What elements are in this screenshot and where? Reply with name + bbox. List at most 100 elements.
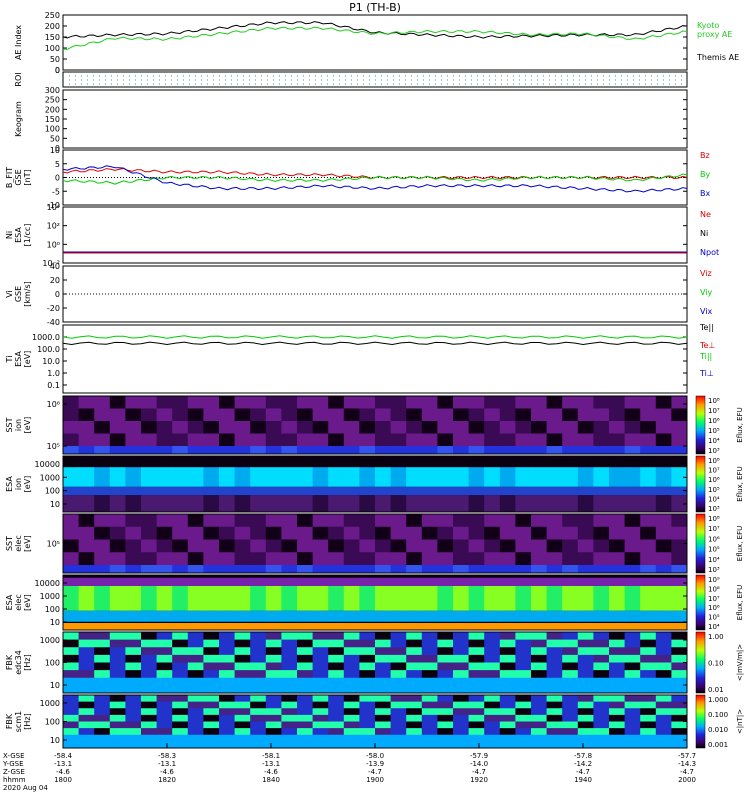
fbk_e-spectrogram-cell — [562, 677, 579, 686]
sst_e-spectrogram-cell — [141, 526, 158, 540]
fbk_e-spectrogram-cell — [234, 647, 251, 656]
sst_i-tick-label: 10⁵ — [47, 442, 60, 451]
sst_i-spectrogram-cell — [63, 396, 80, 409]
fbk_e-spectrogram-cell — [499, 677, 516, 686]
esa_e-tick-label: 10 — [50, 618, 60, 627]
fbk_e-spectrogram-cell — [63, 654, 80, 663]
fbk_e-spectrogram-cell — [453, 632, 470, 641]
sst_e-cbar-tick: 10⁶ — [708, 535, 720, 543]
fbk_e-spectrogram-cell — [593, 647, 610, 656]
fbk_e-spectrogram-cell — [78, 685, 95, 694]
fbk_b-spectrogram-cell — [640, 728, 657, 736]
sst_i-spectrogram-cell — [484, 446, 501, 454]
fbk_e-cbar-tick: 0.10 — [708, 660, 724, 668]
esa_i-spectrogram-cell — [640, 467, 657, 487]
sst_e-spectrogram-cell — [63, 539, 80, 553]
fbk_e-spectrogram-cell — [250, 685, 267, 694]
fbk_b-ylabel-line: [Hz] — [23, 713, 32, 729]
sst_i-spectrogram-cell — [640, 396, 657, 409]
fbk_b-spectrogram-cell — [593, 741, 610, 749]
ae-tick-label: 200 — [45, 22, 60, 31]
roi-ylabel-line: ROI — [14, 72, 23, 86]
fbk_b-spectrogram-cell — [655, 714, 672, 722]
bfit-ylabel-line: GSE — [14, 169, 23, 185]
vi-ylabel: Vi GSE [km/s] — [5, 281, 32, 307]
fbk_e-tick-label: 100 — [45, 659, 60, 668]
fbk_e-spectrogram-cell — [421, 670, 438, 679]
sst_e-spectrogram-cell — [265, 552, 282, 566]
fbk_e-spectrogram-cell — [421, 647, 438, 656]
ti-ylabel-line: ESA — [14, 351, 23, 367]
sst_e-spectrogram-cell — [609, 526, 626, 540]
esa_i-spectrogram-cell — [453, 495, 470, 512]
esa_i-spectrogram-cell — [234, 467, 251, 487]
esa_e-spectrogram-cell — [406, 586, 423, 611]
fbk_b-spectrogram-cell — [655, 721, 672, 729]
fbk_b-spectrogram-cell — [94, 728, 111, 736]
fbk_b-spectrogram-cell — [312, 701, 329, 709]
sst_e-spectrogram-cell — [328, 526, 345, 540]
esa_e-spectrogram-cell — [328, 610, 345, 622]
fbk_e-spectrogram-cell — [63, 662, 80, 671]
esa_i-spectrogram-cell — [515, 467, 532, 487]
sst_i-spectrogram-cell — [141, 408, 158, 422]
fbk_e-spectrogram-cell — [156, 639, 173, 648]
fbk_e-spectrogram-cell — [187, 685, 204, 694]
fbk_e-spectrogram-cell — [281, 654, 298, 663]
sst_e-spectrogram-cell — [281, 565, 298, 573]
sst_e-spectrogram-cell — [219, 552, 236, 566]
fbk_b-spectrogram-cell — [187, 708, 204, 716]
fbk_e-spectrogram-cell — [219, 654, 236, 663]
fbk_e-spectrogram-cell — [375, 677, 392, 686]
xaxis-tick-label: -13.1 — [262, 760, 280, 768]
fbk_b-spectrogram-cell — [109, 708, 126, 716]
sst_i-ylabel-line: [eV] — [23, 417, 32, 434]
sst_i-spectrogram-cell — [250, 408, 267, 422]
sst_e-spectrogram-cell — [624, 552, 641, 566]
fbk_b-spectrogram-cell — [640, 741, 657, 749]
fbk_e-spectrogram-cell — [546, 677, 563, 686]
sst_e-spectrogram-cell — [359, 514, 376, 528]
fbk_b-spectrogram-cell — [203, 695, 220, 703]
sst_e-spectrogram-cell — [577, 552, 594, 566]
sst_e-spectrogram-cell — [437, 514, 454, 528]
sst_e-spectrogram-cell — [406, 565, 423, 573]
fbk_b-spectrogram-cell — [437, 714, 454, 722]
fbk_b-spectrogram-cell — [94, 741, 111, 749]
bfit-ylabel: B_FIT GSE [nT] — [5, 167, 32, 188]
fbk_e-spectrogram-cell — [234, 632, 251, 641]
fbk_e-spectrogram-cell — [250, 670, 267, 679]
sst_e-spectrogram-cell — [78, 514, 95, 528]
fbk_e-spectrogram-cell — [609, 639, 626, 648]
fbk_e-spectrogram-cell — [359, 654, 376, 663]
fbk_b-spectrogram-cell — [609, 734, 626, 742]
fbk_b-spectrogram-cell — [624, 728, 641, 736]
ni-ylabel-line: Ni — [5, 231, 14, 239]
esa_i-spectrogram-cell — [406, 486, 423, 496]
esa_i-spectrogram-cell — [484, 467, 501, 487]
sst_i-spectrogram-cell — [421, 408, 438, 422]
fbk_b-spectrogram-cell — [437, 741, 454, 749]
fbk_b-spectrogram-cell — [156, 701, 173, 709]
esa_e-spectrogram-cell — [390, 586, 407, 611]
sst_e-spectrogram-cell — [577, 514, 594, 528]
fbk_e-spectrogram-cell — [187, 662, 204, 671]
esa_i-spectrogram-cell — [312, 486, 329, 496]
sst_e-spectrogram-cell — [671, 514, 688, 528]
sst_e-spectrogram-cell — [219, 526, 236, 540]
esa_e-spectrogram-cell — [141, 623, 158, 630]
sst_i-spectrogram-cell — [297, 433, 314, 447]
esa_e-ylabel: ESA elec [eV] — [5, 594, 32, 611]
sst_e-spectrogram-cell — [655, 514, 672, 528]
fbk_b-spectrogram-cell — [499, 734, 516, 742]
keogram-panel-frame — [62, 89, 688, 149]
fbk_e-spectrogram-cell — [671, 670, 688, 679]
esa_e-spectrogram-cell — [375, 586, 392, 611]
fbk_b-spectrogram-cell — [406, 734, 423, 742]
esa_e-spectrogram-cell — [484, 610, 501, 622]
sst_e-colorbar — [695, 513, 706, 574]
fbk_b-spectrogram-cell — [78, 734, 95, 742]
fbk_b-cbar-tick: 0.100 — [708, 711, 728, 719]
sst_i-spectrogram-cell — [172, 433, 189, 447]
esa_e-spectrogram-cell — [531, 577, 548, 586]
